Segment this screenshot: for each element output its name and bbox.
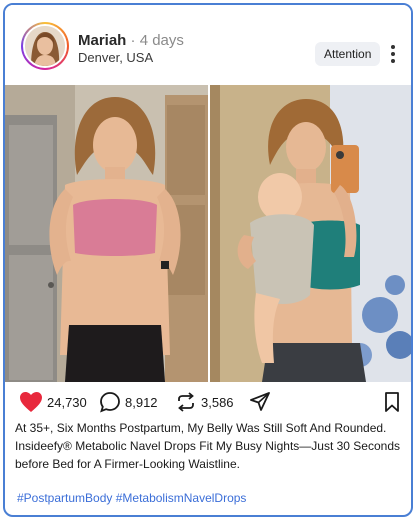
heart-icon[interactable]: [19, 391, 43, 413]
comment-action[interactable]: 8,912: [99, 391, 158, 413]
send-icon[interactable]: [249, 391, 271, 413]
avatar-image: [25, 26, 65, 66]
photo-before: [5, 85, 208, 382]
post-card: Mariah · 4 days Denver, USA Attention 24…: [3, 3, 413, 517]
time-separator: ·: [126, 32, 140, 49]
repost-icon[interactable]: [175, 391, 197, 413]
post-photo[interactable]: [5, 85, 411, 382]
post-caption: At 35+, Six Months Postpartum, My Belly …: [15, 421, 400, 471]
action-bar: 24,730 8,912 3,586: [5, 383, 411, 419]
post-hashtags[interactable]: #PostpartumBody #MetabolismNavelDrops: [17, 491, 246, 505]
post-header: Mariah · 4 days Denver, USA Attention: [5, 5, 411, 85]
post-location[interactable]: Denver, USA: [78, 50, 153, 65]
comment-icon[interactable]: [99, 391, 121, 413]
bookmark-action[interactable]: [383, 391, 401, 413]
username[interactable]: Mariah: [78, 32, 126, 49]
comment-count: 8,912: [125, 394, 158, 410]
more-vertical-icon[interactable]: [383, 43, 403, 65]
bookmark-icon[interactable]: [383, 391, 401, 413]
share-action[interactable]: [249, 391, 271, 413]
repost-count: 3,586: [201, 394, 234, 410]
attention-button[interactable]: Attention: [315, 42, 381, 66]
user-line: Mariah · 4 days: [78, 32, 184, 50]
avatar: [23, 24, 67, 68]
like-count: 24,730: [47, 394, 87, 410]
photo-after: [210, 85, 411, 382]
post-time: 4 days: [139, 32, 184, 49]
avatar-ring[interactable]: [21, 22, 69, 70]
like-action[interactable]: 24,730: [19, 391, 87, 413]
repost-action[interactable]: 3,586: [175, 391, 234, 413]
